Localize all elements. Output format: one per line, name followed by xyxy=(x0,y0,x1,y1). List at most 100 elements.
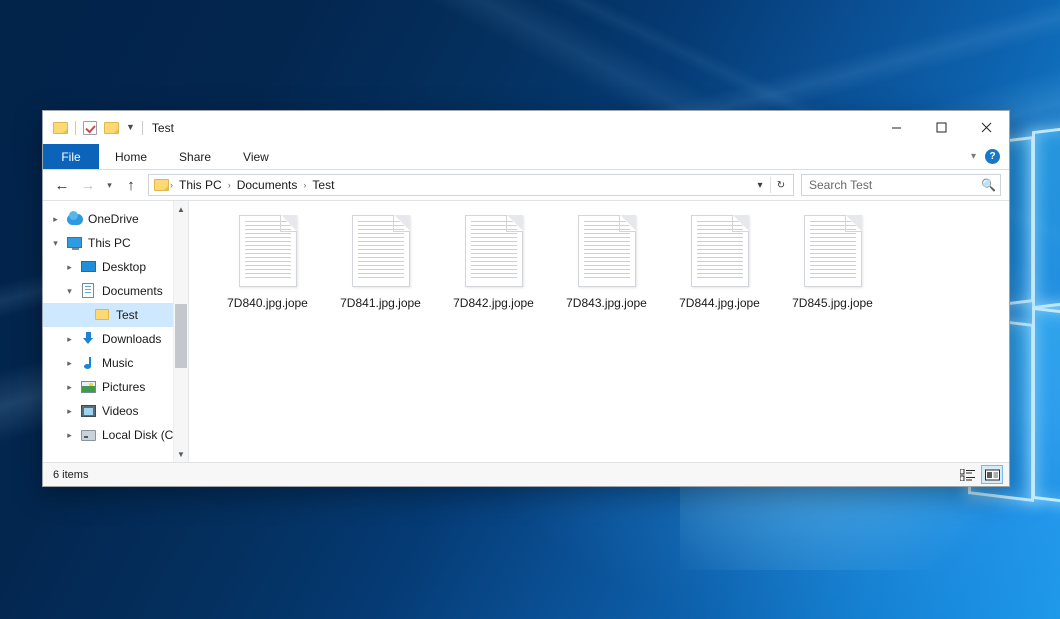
videos-icon-glyph xyxy=(81,405,96,417)
large-icons-view-button[interactable] xyxy=(981,465,1003,484)
sidebar-item-this-pc[interactable]: ▾This PC xyxy=(43,231,188,255)
document-fold-icon xyxy=(393,215,410,232)
chevron-down-icon[interactable]: ▾ xyxy=(750,175,770,195)
sidebar-item-onedrive[interactable]: ▸ OneDrive xyxy=(43,207,188,231)
properties-icon[interactable] xyxy=(83,121,97,135)
file-item[interactable]: 7D842.jpg.jope xyxy=(437,213,550,310)
document-fold-icon xyxy=(619,215,636,232)
expander-icon[interactable]: ▸ xyxy=(63,382,76,393)
status-bar: 6 items xyxy=(43,462,1009,486)
item-count-label: 6 items xyxy=(53,469,88,481)
windows-logo-pane xyxy=(1032,121,1060,310)
sidebar-item-local-disk-c[interactable]: ▸Local Disk (C:) xyxy=(43,423,188,447)
help-icon[interactable]: ? xyxy=(985,149,1000,164)
back-button[interactable]: ← xyxy=(49,172,75,198)
minimize-button[interactable] xyxy=(874,111,919,144)
sidebar-item-desktop[interactable]: ▸Desktop xyxy=(43,255,188,279)
windows-logo-pane xyxy=(1032,307,1060,510)
file-item[interactable]: 7D840.jpg.jope xyxy=(211,213,324,310)
document-fold-icon xyxy=(506,215,523,232)
desktop-icon xyxy=(81,259,97,275)
file-name-label: 7D841.jpg.jope xyxy=(340,296,421,310)
search-icon[interactable]: 🔍 xyxy=(981,178,996,192)
breadcrumb-item-this-pc[interactable]: This PC xyxy=(174,178,227,192)
search-input[interactable]: Search Test xyxy=(809,178,981,192)
file-name-label: 7D845.jpg.jope xyxy=(792,296,873,310)
tab-file[interactable]: File xyxy=(43,144,99,169)
disk-icon-glyph xyxy=(81,430,96,441)
documents-icon-glyph xyxy=(82,283,94,298)
expander-icon[interactable]: ▸ xyxy=(63,358,76,369)
file-item[interactable]: 7D843.jpg.jope xyxy=(550,213,663,310)
folder-icon[interactable] xyxy=(53,122,68,134)
toolbar-separator xyxy=(142,121,143,135)
file-name-label: 7D840.jpg.jope xyxy=(227,296,308,310)
sidebar-item-videos[interactable]: ▸Videos xyxy=(43,399,188,423)
file-item[interactable]: 7D844.jpg.jope xyxy=(663,213,776,310)
customize-caret-icon[interactable]: ▼ xyxy=(126,123,135,132)
sidebar-item-test[interactable]: Test xyxy=(43,303,188,327)
scroll-up-icon[interactable]: ▲ xyxy=(177,201,185,217)
scrollbar-thumb[interactable] xyxy=(175,304,187,368)
file-grid: 7D840.jpg.jope 7D841.jpg.jope 7D842.jpg.jo… xyxy=(211,213,1009,310)
sidebar-item-label: Documents xyxy=(102,284,163,298)
forward-button[interactable]: → xyxy=(75,172,101,198)
expander-icon[interactable]: ▸ xyxy=(49,214,62,225)
maximize-button[interactable] xyxy=(919,111,964,144)
sidebar-item-pictures[interactable]: ▸ Pictures xyxy=(43,375,188,399)
expander-icon[interactable]: ▸ xyxy=(63,406,76,417)
address-bar[interactable]: › This PC › Documents › Test ▾ ↻ xyxy=(148,174,794,196)
document-fold-icon xyxy=(732,215,749,232)
sidebar-item-label: Pictures xyxy=(102,380,145,394)
expander-icon[interactable]: ▸ xyxy=(63,430,76,441)
music-icon xyxy=(81,355,97,371)
new-folder-icon[interactable] xyxy=(104,122,119,134)
sidebar-item-documents[interactable]: ▾ Documents xyxy=(43,279,188,303)
close-button[interactable] xyxy=(964,111,1009,144)
up-button[interactable]: ↑ xyxy=(118,172,144,198)
onedrive-icon xyxy=(67,211,83,227)
folder-icon-glyph xyxy=(95,309,109,320)
document-fold-icon xyxy=(280,215,297,232)
chevron-down-icon[interactable]: ▾ xyxy=(971,151,976,162)
sidebar-scrollbar[interactable]: ▲ ▼ xyxy=(173,201,188,462)
refresh-icon[interactable]: ↻ xyxy=(771,175,791,195)
sidebar-item-music[interactable]: ▸Music xyxy=(43,351,188,375)
file-item[interactable]: 7D845.jpg.jope xyxy=(776,213,889,310)
details-view-button[interactable] xyxy=(956,465,978,484)
folder-icon xyxy=(95,307,111,323)
tab-view[interactable]: View xyxy=(227,144,285,169)
file-name-label: 7D842.jpg.jope xyxy=(453,296,534,310)
desktop-background: ▼ Test File Home Share View xyxy=(0,0,1060,619)
document-icon[interactable] xyxy=(578,215,636,287)
document-icon[interactable] xyxy=(352,215,410,287)
document-icon[interactable] xyxy=(465,215,523,287)
document-icon[interactable] xyxy=(691,215,749,287)
tab-home[interactable]: Home xyxy=(99,144,163,169)
recent-locations-icon[interactable]: ▾ xyxy=(101,172,118,198)
document-icon[interactable] xyxy=(804,215,862,287)
quick-access-toolbar: ▼ xyxy=(53,121,143,135)
expander-icon[interactable]: ▸ xyxy=(63,262,76,273)
address-bar-controls: ▾ ↻ xyxy=(750,175,791,195)
navigation-pane: ▸OneDrive▾This PC▸Desktop▾DocumentsTest▸… xyxy=(43,201,189,462)
this-pc-icon xyxy=(67,235,83,251)
breadcrumb-item-documents[interactable]: Documents xyxy=(232,178,303,192)
expander-icon[interactable]: ▾ xyxy=(63,286,76,297)
search-box[interactable]: Search Test 🔍 xyxy=(801,174,1001,196)
sidebar-item-downloads[interactable]: ▸Downloads xyxy=(43,327,188,351)
pictures-icon xyxy=(81,379,97,395)
scroll-down-icon[interactable]: ▼ xyxy=(177,446,185,462)
scrollbar-track[interactable] xyxy=(174,217,188,446)
document-icon[interactable] xyxy=(239,215,297,287)
videos-icon xyxy=(81,403,97,419)
sidebar-item-label: OneDrive xyxy=(88,212,139,226)
tab-share[interactable]: Share xyxy=(163,144,227,169)
breadcrumb-item-test[interactable]: Test xyxy=(307,178,339,192)
this-pc-icon-glyph xyxy=(67,237,82,248)
expander-icon[interactable]: ▾ xyxy=(49,238,62,249)
file-list-pane[interactable]: 7D840.jpg.jope 7D841.jpg.jope 7D842.jpg.jo… xyxy=(189,201,1009,462)
file-item[interactable]: 7D841.jpg.jope xyxy=(324,213,437,310)
file-explorer-window: ▼ Test File Home Share View xyxy=(42,110,1010,487)
expander-icon[interactable]: ▸ xyxy=(63,334,76,345)
